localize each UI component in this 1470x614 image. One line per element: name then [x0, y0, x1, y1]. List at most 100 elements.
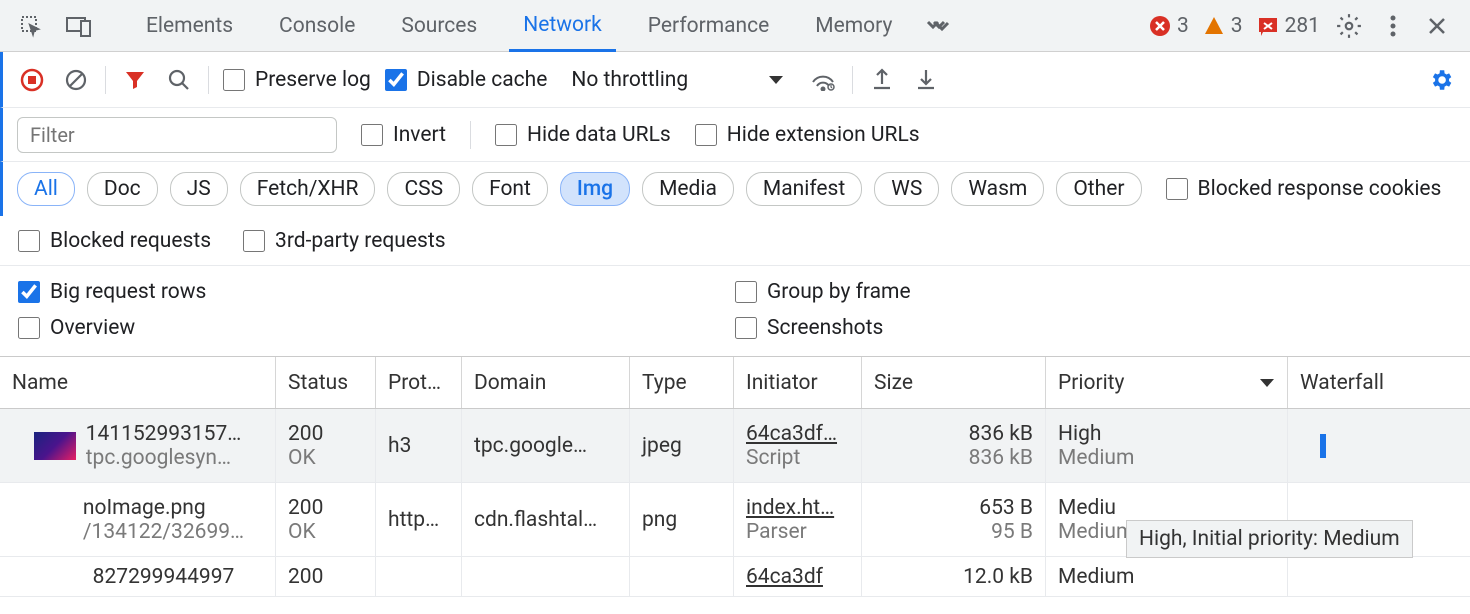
tab-console[interactable]: Console	[265, 0, 369, 51]
pill-css[interactable]: CSS	[387, 172, 460, 206]
pill-doc[interactable]: Doc	[87, 172, 158, 206]
name-sub: /134122/32699…	[83, 520, 244, 544]
search-icon[interactable]	[164, 65, 194, 95]
cell-domain	[462, 557, 630, 596]
pill-js[interactable]: JS	[170, 172, 228, 206]
warning-badge[interactable]: 3	[1203, 14, 1243, 38]
col-domain[interactable]: Domain	[462, 357, 630, 408]
screenshots-checkbox[interactable]: Screenshots	[735, 316, 1452, 340]
blocked-cookies-label: Blocked response cookies	[1198, 177, 1442, 201]
pill-fetch[interactable]: Fetch/XHR	[240, 172, 376, 206]
more-tabs-icon[interactable]	[924, 11, 954, 41]
group-frame-input[interactable]	[735, 281, 757, 303]
table-row[interactable]: 141152993157…tpc.googlesyn… 200OK h3 tpc…	[0, 409, 1470, 483]
priority-tooltip: High, Initial priority: Medium	[1126, 520, 1413, 558]
tab-performance[interactable]: Performance	[634, 0, 783, 51]
panel-tabs: Elements Console Sources Network Perform…	[110, 0, 1131, 51]
table-header: Name Status Prot… Domain Type Initiator …	[0, 357, 1470, 409]
col-name[interactable]: Name	[0, 357, 276, 408]
network-conditions-icon[interactable]	[808, 65, 838, 95]
pill-all[interactable]: All	[17, 172, 75, 206]
close-icon[interactable]	[1422, 11, 1452, 41]
message-count: 281	[1285, 14, 1320, 38]
table-row[interactable]: 827299944997 200 64ca3df 12.0 kB Medium	[0, 557, 1470, 597]
tab-memory[interactable]: Memory	[801, 0, 906, 51]
cell-waterfall	[1288, 409, 1470, 482]
cell-status: 200OK	[276, 483, 376, 556]
blocked-requests-input[interactable]	[18, 230, 40, 252]
pill-ws[interactable]: WS	[874, 172, 939, 206]
big-rows-input[interactable]	[18, 281, 40, 303]
message-badge[interactable]: 281	[1257, 14, 1320, 38]
name-text: noImage.png	[83, 496, 244, 520]
tab-sources[interactable]: Sources	[387, 0, 491, 51]
hide-data-input[interactable]	[495, 124, 517, 146]
col-protocol[interactable]: Prot…	[376, 357, 462, 408]
third-party-label: 3rd-party requests	[275, 229, 445, 253]
pill-manifest[interactable]: Manifest	[746, 172, 862, 206]
cell-domain: tpc.google…	[462, 409, 630, 482]
device-toggle-icon[interactable]	[64, 11, 94, 41]
cell-domain: cdn.flashtal…	[462, 483, 630, 556]
record-icon[interactable]	[17, 65, 47, 95]
cell-status: 200OK	[276, 409, 376, 482]
third-party-input[interactable]	[243, 230, 265, 252]
pill-wasm[interactable]: Wasm	[951, 172, 1044, 206]
cell-protocol: h3	[376, 409, 462, 482]
error-badge[interactable]: 3	[1149, 14, 1189, 38]
disable-cache-checkbox[interactable]: Disable cache	[385, 68, 548, 92]
preserve-log-input[interactable]	[223, 69, 245, 91]
options-grid: Big request rows Group by frame Overview…	[0, 266, 1470, 357]
settings-icon[interactable]	[1334, 11, 1364, 41]
col-initiator[interactable]: Initiator	[734, 357, 862, 408]
blocked-requests-label: Blocked requests	[50, 229, 211, 253]
preserve-log-checkbox[interactable]: Preserve log	[223, 68, 371, 92]
inspect-icon[interactable]	[16, 11, 46, 41]
third-party-checkbox[interactable]: 3rd-party requests	[243, 229, 445, 253]
col-priority[interactable]: Priority	[1046, 357, 1288, 408]
hide-data-urls-checkbox[interactable]: Hide data URLs	[495, 123, 671, 147]
export-har-icon[interactable]	[867, 65, 897, 95]
throttling-select[interactable]: No throttling	[561, 68, 794, 92]
filter-input[interactable]	[17, 117, 337, 153]
hide-ext-urls-checkbox[interactable]: Hide extension URLs	[695, 123, 920, 147]
col-type[interactable]: Type	[630, 357, 734, 408]
pill-font[interactable]: Font	[472, 172, 548, 206]
blocked-cookies-checkbox[interactable]: Blocked response cookies	[1166, 177, 1442, 201]
pill-other[interactable]: Other	[1056, 172, 1141, 206]
disable-cache-input[interactable]	[385, 69, 407, 91]
name-text: 141152993157…	[86, 422, 242, 446]
import-har-icon[interactable]	[911, 65, 941, 95]
pill-media[interactable]: Media	[642, 172, 734, 206]
invert-input[interactable]	[361, 124, 383, 146]
screenshots-input[interactable]	[735, 317, 757, 339]
cell-priority: Medium	[1046, 557, 1288, 596]
separator	[208, 66, 209, 94]
col-status[interactable]: Status	[276, 357, 376, 408]
col-size[interactable]: Size	[862, 357, 1046, 408]
big-rows-checkbox[interactable]: Big request rows	[18, 280, 735, 304]
requests-table: Name Status Prot… Domain Type Initiator …	[0, 357, 1470, 597]
blocked-requests-checkbox[interactable]: Blocked requests	[18, 229, 211, 253]
overview-input[interactable]	[18, 317, 40, 339]
throttling-value: No throttling	[571, 68, 688, 92]
cell-type: png	[630, 483, 734, 556]
clear-icon[interactable]	[61, 65, 91, 95]
tab-elements[interactable]: Elements	[132, 0, 247, 51]
overview-label: Overview	[50, 316, 135, 340]
group-frame-checkbox[interactable]: Group by frame	[735, 280, 1452, 304]
topbar-right: 3 3 281	[1131, 11, 1470, 41]
filter-icon[interactable]	[120, 65, 150, 95]
waterfall-bar	[1320, 434, 1326, 458]
kebab-icon[interactable]	[1378, 11, 1408, 41]
tab-network[interactable]: Network	[509, 1, 616, 52]
col-waterfall[interactable]: Waterfall	[1288, 357, 1470, 408]
cell-waterfall	[1288, 557, 1470, 596]
invert-checkbox[interactable]: Invert	[361, 123, 446, 147]
network-settings-icon[interactable]	[1426, 65, 1456, 95]
pill-img[interactable]: Img	[560, 172, 630, 206]
hide-ext-input[interactable]	[695, 124, 717, 146]
cell-initiator: 64ca3df…Script	[734, 409, 862, 482]
overview-checkbox[interactable]: Overview	[18, 316, 735, 340]
blocked-cookies-input[interactable]	[1166, 178, 1188, 200]
